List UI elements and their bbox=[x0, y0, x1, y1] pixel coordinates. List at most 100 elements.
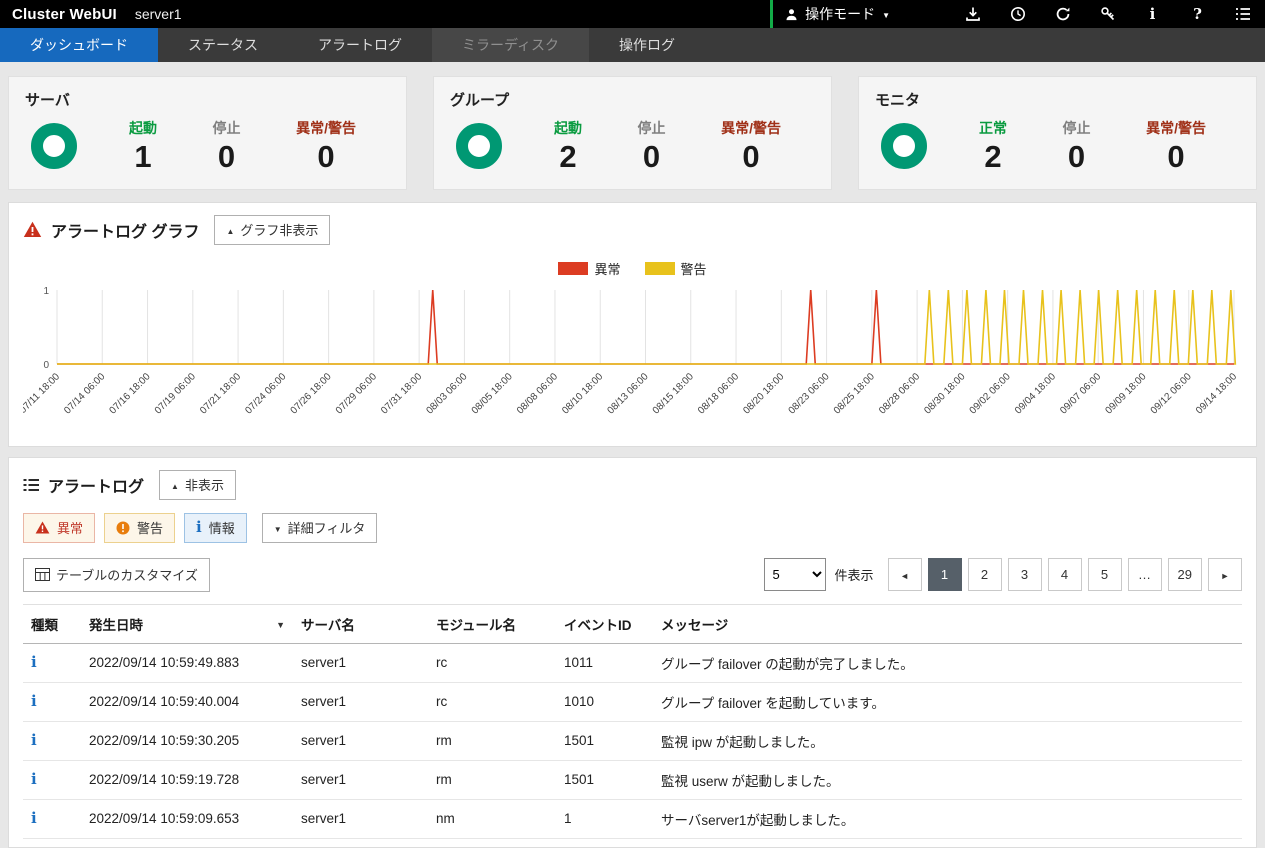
list-icon bbox=[23, 478, 39, 492]
info-icon[interactable]: i bbox=[1130, 0, 1175, 28]
svg-text:08/15 18:00: 08/15 18:00 bbox=[651, 371, 696, 416]
page-button-4[interactable]: 4 bbox=[1048, 558, 1082, 591]
group-status-donut bbox=[456, 123, 502, 169]
svg-text:1: 1 bbox=[43, 286, 49, 297]
svg-text:07/29 06:00: 07/29 06:00 bbox=[334, 371, 379, 416]
table-row: i2022/09/14 10:59:49.883server1rc1011グルー… bbox=[23, 643, 1242, 682]
row-eventid: 1501 bbox=[556, 721, 653, 760]
clock-icon[interactable] bbox=[995, 0, 1040, 28]
row-datetime: 2022/09/14 10:59:09.653 bbox=[81, 799, 293, 838]
column-datetime[interactable]: 発生日時 bbox=[81, 604, 293, 643]
filter-info-button[interactable]: i 情報 bbox=[184, 513, 247, 543]
tab-alert-log[interactable]: アラートログ bbox=[288, 28, 432, 62]
row-type-cell: i bbox=[23, 721, 81, 760]
svg-text:09/04 18:00: 09/04 18:00 bbox=[1013, 371, 1058, 416]
tab-status[interactable]: ステータス bbox=[158, 28, 288, 62]
row-eventid: 1 bbox=[556, 799, 653, 838]
table-row: i 2022/09/14 10:59:40.004server1rc1010グルー… bbox=[23, 682, 1242, 721]
row-eventid: 1011 bbox=[556, 643, 653, 682]
svg-text:07/14 06:00: 07/14 06:00 bbox=[62, 371, 107, 416]
header-icon-bar: i ? bbox=[950, 0, 1265, 28]
pagination: 12345…29 bbox=[888, 558, 1242, 591]
refresh-icon[interactable] bbox=[1040, 0, 1085, 28]
main-tab-bar: ダッシュボード ステータス アラートログ ミラーディスク 操作ログ bbox=[0, 28, 1265, 62]
stat-error-warning: 異常/警告 0 bbox=[296, 118, 356, 175]
column-message[interactable]: メッセージ bbox=[653, 604, 1242, 643]
page-size-select[interactable]: 5 bbox=[764, 558, 826, 591]
column-eventid[interactable]: イベントID bbox=[556, 604, 653, 643]
help-icon[interactable]: ? bbox=[1175, 0, 1220, 28]
sort-desc-icon bbox=[276, 616, 285, 631]
card-title: サーバ bbox=[25, 89, 390, 110]
svg-text:08/13 06:00: 08/13 06:00 bbox=[605, 371, 650, 416]
collapse-icon bbox=[171, 477, 179, 492]
column-module[interactable]: モジュール名 bbox=[428, 604, 556, 643]
hide-graph-button[interactable]: グラフ非表示 bbox=[214, 215, 330, 245]
info-icon: i bbox=[31, 731, 37, 749]
filter-warning-button[interactable]: 警告 bbox=[104, 513, 175, 543]
customize-table-button[interactable]: テーブルのカスタマイズ bbox=[23, 558, 210, 592]
info-icon: i bbox=[31, 692, 37, 710]
svg-text:07/11 18:00: 07/11 18:00 bbox=[23, 371, 62, 416]
next-page-button[interactable] bbox=[1208, 558, 1242, 591]
svg-text:08/25 18:00: 08/25 18:00 bbox=[832, 371, 877, 416]
page-button-29[interactable]: 29 bbox=[1168, 558, 1202, 591]
row-module: rc bbox=[428, 682, 556, 721]
table-toolbar-row: テーブルのカスタマイズ 5 件表示 12345…29 bbox=[23, 558, 1242, 592]
svg-text:08/20 18:00: 08/20 18:00 bbox=[741, 371, 786, 416]
tab-dashboard[interactable]: ダッシュボード bbox=[0, 28, 158, 62]
row-eventid: 1010 bbox=[556, 682, 653, 721]
svg-text:08/08 06:00: 08/08 06:00 bbox=[515, 371, 560, 416]
row-message[interactable]: 監視 ipw が起動しました。 bbox=[653, 721, 1242, 760]
operation-mode-dropdown[interactable]: 操作モード bbox=[770, 0, 904, 28]
row-type-cell: i bbox=[23, 643, 81, 682]
group-summary-card: グループ 起動 2 停止 0 異常/警告 0 bbox=[433, 76, 832, 190]
column-server[interactable]: サーバ名 bbox=[293, 604, 428, 643]
svg-text:09/07 06:00: 09/07 06:00 bbox=[1058, 371, 1103, 416]
column-type[interactable]: 種類 bbox=[23, 604, 81, 643]
summary-cards: サーバ 起動 1 停止 0 異常/警告 0 グループ bbox=[0, 62, 1265, 202]
row-module: rc bbox=[428, 643, 556, 682]
row-message[interactable]: グループ failover を起動しています。 bbox=[653, 682, 1242, 721]
hide-table-button[interactable]: 非表示 bbox=[159, 470, 236, 500]
svg-text:07/19 06:00: 07/19 06:00 bbox=[153, 371, 198, 416]
stat-activated: 起動 2 bbox=[554, 118, 582, 175]
previous-page-button[interactable] bbox=[888, 558, 922, 591]
download-icon[interactable] bbox=[950, 0, 995, 28]
key-icon[interactable] bbox=[1085, 0, 1130, 28]
table-row: i2022/09/14 10:59:30.205server1rm1501監視 … bbox=[23, 721, 1242, 760]
row-datetime: 2022/09/14 10:59:40.004 bbox=[81, 682, 293, 721]
stat-error-warning: 異常/警告 0 bbox=[1146, 118, 1206, 175]
detail-filter-button[interactable]: 詳細フィルタ bbox=[262, 513, 378, 543]
warning-icon bbox=[116, 521, 130, 535]
svg-text:09/12 06:00: 09/12 06:00 bbox=[1149, 371, 1194, 416]
row-datetime: 2022/09/14 10:59:30.205 bbox=[81, 721, 293, 760]
row-message[interactable]: サーバserver1が起動しました。 bbox=[653, 799, 1242, 838]
svg-text:0: 0 bbox=[43, 360, 49, 371]
svg-text:09/02 06:00: 09/02 06:00 bbox=[968, 371, 1013, 416]
row-type-cell: i bbox=[23, 799, 81, 838]
info-icon: i bbox=[31, 653, 37, 671]
server-name: server1 bbox=[135, 6, 182, 22]
page-button-2[interactable]: 2 bbox=[968, 558, 1002, 591]
row-message[interactable]: 監視 userw が起動しました。 bbox=[653, 760, 1242, 799]
chevron-right-icon bbox=[1221, 567, 1230, 582]
pagination-ellipsis: … bbox=[1128, 558, 1162, 591]
svg-text:09/14 18:00: 09/14 18:00 bbox=[1194, 371, 1239, 416]
row-server: server1 bbox=[293, 682, 428, 721]
row-message[interactable]: グループ failover の起動が完了しました。 bbox=[653, 643, 1242, 682]
page-button-5[interactable]: 5 bbox=[1088, 558, 1122, 591]
info-icon: i bbox=[196, 520, 202, 535]
filter-error-button[interactable]: 異常 bbox=[23, 513, 95, 543]
svg-text:07/31 18:00: 07/31 18:00 bbox=[379, 371, 424, 416]
svg-text:08/03 06:00: 08/03 06:00 bbox=[424, 371, 469, 416]
tab-operation-log[interactable]: 操作ログ bbox=[589, 28, 705, 62]
row-type-cell: i bbox=[23, 682, 81, 721]
page-button-3[interactable]: 3 bbox=[1008, 558, 1042, 591]
app-title: Cluster WebUI bbox=[12, 6, 117, 23]
svg-text:08/23 06:00: 08/23 06:00 bbox=[787, 371, 832, 416]
menu-list-icon[interactable] bbox=[1220, 0, 1265, 28]
alert-log-panel: アラートログ 非表示 異常 警告 i 情報 詳細フィルタ bbox=[8, 457, 1257, 848]
page-button-1[interactable]: 1 bbox=[928, 558, 962, 591]
chevron-left-icon bbox=[900, 567, 909, 582]
